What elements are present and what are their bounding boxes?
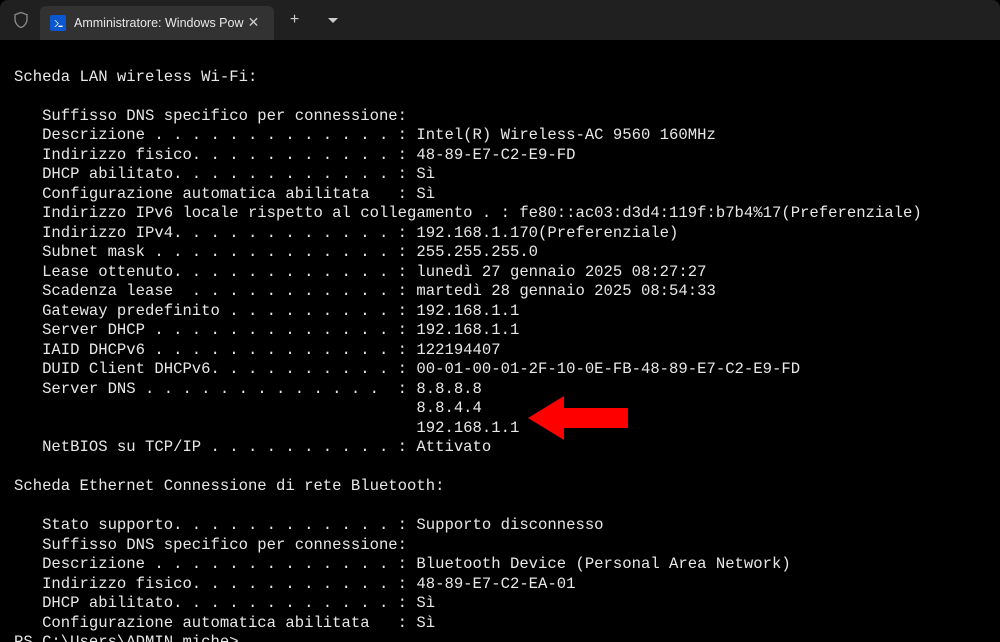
- output-line: Suffisso DNS specifico per connessione:: [14, 536, 407, 554]
- output-line: Descrizione . . . . . . . . . . . . . : …: [14, 126, 716, 144]
- output-line-dns: 192.168.1.1: [14, 419, 519, 437]
- output-line: Indirizzo IPv4. . . . . . . . . . . . : …: [14, 224, 678, 242]
- output-line: DHCP abilitato. . . . . . . . . . . . : …: [14, 594, 435, 612]
- shield-icon: [12, 11, 30, 29]
- output-line: DHCP abilitato. . . . . . . . . . . . : …: [14, 165, 435, 183]
- output-line: IAID DHCPv6 . . . . . . . . . . . . . : …: [14, 341, 501, 359]
- powershell-icon: [50, 15, 66, 31]
- output-line: Lease ottenuto. . . . . . . . . . . . : …: [14, 263, 706, 281]
- titlebar: Amministratore: Windows Pow ✕ +: [0, 0, 1000, 40]
- output-line: Indirizzo fisico. . . . . . . . . . . : …: [14, 575, 575, 593]
- new-tab-button[interactable]: +: [278, 3, 312, 37]
- output-line: DUID Client DHCPv6. . . . . . . . . . : …: [14, 360, 800, 378]
- section-header: Scheda LAN wireless Wi-Fi:: [14, 68, 257, 86]
- tab-dropdown-button[interactable]: [316, 3, 350, 37]
- window-tab[interactable]: Amministratore: Windows Pow ✕: [40, 6, 274, 40]
- annotation-arrow-icon: [528, 390, 628, 446]
- output-line: Stato supporto. . . . . . . . . . . . : …: [14, 516, 604, 534]
- output-line: Subnet mask . . . . . . . . . . . . . : …: [14, 243, 538, 261]
- output-line: Gateway predefinito . . . . . . . . . : …: [14, 302, 519, 320]
- output-line-dns: 8.8.4.4: [14, 399, 482, 417]
- terminal-output[interactable]: Scheda LAN wireless Wi-Fi: Suffisso DNS …: [0, 40, 1000, 642]
- output-line: Scadenza lease . . . . . . . . . . . : m…: [14, 282, 716, 300]
- prompt: PS C:\Users\ADMIN_miche>: [14, 633, 239, 642]
- output-line: Indirizzo fisico. . . . . . . . . . . : …: [14, 146, 575, 164]
- output-line: Descrizione . . . . . . . . . . . . . : …: [14, 555, 791, 573]
- output-line: Server DHCP . . . . . . . . . . . . . : …: [14, 321, 519, 339]
- output-line: Configurazione automatica abilitata : Sì: [14, 614, 435, 632]
- output-line: NetBIOS su TCP/IP . . . . . . . . . . : …: [14, 438, 491, 456]
- output-line: Indirizzo IPv6 locale rispetto al colleg…: [14, 204, 922, 222]
- tab-title: Amministratore: Windows Pow: [74, 16, 244, 30]
- tab-close-button[interactable]: ✕: [244, 13, 264, 33]
- section-header: Scheda Ethernet Connessione di rete Blue…: [14, 477, 444, 495]
- output-line: Configurazione automatica abilitata : Sì: [14, 185, 435, 203]
- output-line-dns: Server DNS . . . . . . . . . . . . . : 8…: [14, 380, 482, 398]
- output-line: Suffisso DNS specifico per connessione:: [14, 107, 407, 125]
